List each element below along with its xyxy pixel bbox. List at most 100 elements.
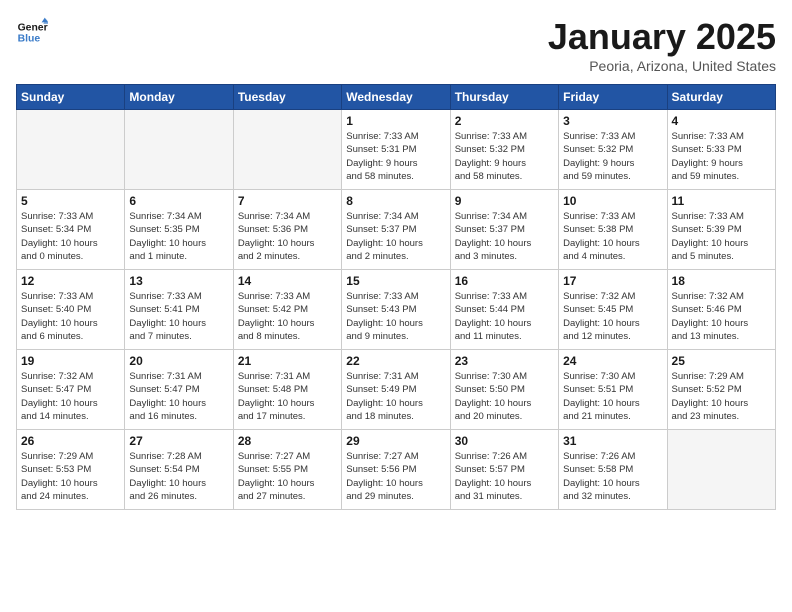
day-info: Sunrise: 7:27 AM Sunset: 5:55 PM Dayligh… xyxy=(238,450,337,503)
day-cell: 2Sunrise: 7:33 AM Sunset: 5:32 PM Daylig… xyxy=(450,110,558,190)
day-info: Sunrise: 7:33 AM Sunset: 5:43 PM Dayligh… xyxy=(346,290,445,343)
day-cell: 25 Sunrise: 7:29 AM Sunset: 5:52 PM Dayli… xyxy=(667,350,775,430)
day-info: Sunrise: 7:31 AM Sunset: 5:47 PM Dayligh… xyxy=(129,370,228,423)
day-number: 17 xyxy=(563,274,662,288)
day-cell xyxy=(125,110,233,190)
week-row-3: 19 Sunrise: 7:32 AM Sunset: 5:47 PM Dayli… xyxy=(17,350,776,430)
header-monday: Monday xyxy=(125,85,233,110)
day-number: 22 xyxy=(346,354,445,368)
header-row: SundayMondayTuesdayWednesdayThursdayFrid… xyxy=(17,85,776,110)
day-number: 23 xyxy=(455,354,554,368)
day-cell: 9Sunrise: 7:34 AM Sunset: 5:37 PM Daylig… xyxy=(450,190,558,270)
day-info: Sunrise: 7:31 AM Sunset: 5:49 PM Dayligh… xyxy=(346,370,445,423)
day-info: Sunrise: 7:29 AM Sunset: 5:53 PM Dayligh… xyxy=(21,450,120,503)
day-info: Sunrise: 7:33 AM Sunset: 5:41 PM Dayligh… xyxy=(129,290,228,343)
calendar-table: SundayMondayTuesdayWednesdayThursdayFrid… xyxy=(16,84,776,510)
day-number: 11 xyxy=(672,194,771,208)
day-number: 15 xyxy=(346,274,445,288)
day-cell: 26Sunrise: 7:29 AM Sunset: 5:53 PM Dayli… xyxy=(17,430,125,510)
day-cell: 27 Sunrise: 7:28 AM Sunset: 5:54 PM Dayli… xyxy=(125,430,233,510)
day-number: 2 xyxy=(455,114,554,128)
day-info: Sunrise: 7:28 AM Sunset: 5:54 PM Dayligh… xyxy=(129,450,228,503)
day-info: Sunrise: 7:34 AM Sunset: 5:37 PM Dayligh… xyxy=(455,210,554,263)
svg-text:Blue: Blue xyxy=(18,34,41,45)
day-cell: 30 Sunrise: 7:26 AM Sunset: 5:57 PM Dayli… xyxy=(450,430,558,510)
day-cell: 19 Sunrise: 7:32 AM Sunset: 5:47 PM Dayli… xyxy=(17,350,125,430)
day-number: 18 xyxy=(672,274,771,288)
day-number: 30 xyxy=(455,434,554,448)
day-info: Sunrise: 7:33 AM Sunset: 5:42 PM Dayligh… xyxy=(238,290,337,343)
day-cell xyxy=(233,110,341,190)
day-number: 13 xyxy=(129,274,228,288)
day-number: 14 xyxy=(238,274,337,288)
day-info: Sunrise: 7:27 AM Sunset: 5:56 PM Dayligh… xyxy=(346,450,445,503)
day-number: 7 xyxy=(238,194,337,208)
calendar-subtitle: Peoria, Arizona, United States xyxy=(548,58,776,74)
day-info: Sunrise: 7:29 AM Sunset: 5:52 PM Dayligh… xyxy=(672,370,771,423)
day-number: 1 xyxy=(346,114,445,128)
day-info: Sunrise: 7:31 AM Sunset: 5:48 PM Dayligh… xyxy=(238,370,337,423)
day-info: Sunrise: 7:30 AM Sunset: 5:51 PM Dayligh… xyxy=(563,370,662,423)
day-info: Sunrise: 7:32 AM Sunset: 5:47 PM Dayligh… xyxy=(21,370,120,423)
day-info: Sunrise: 7:33 AM Sunset: 5:38 PM Dayligh… xyxy=(563,210,662,263)
header-thursday: Thursday xyxy=(450,85,558,110)
day-cell: 29Sunrise: 7:27 AM Sunset: 5:56 PM Dayli… xyxy=(342,430,450,510)
header: General Blue January 2025 Peoria, Arizon… xyxy=(16,16,776,74)
day-cell: 5Sunrise: 7:33 AM Sunset: 5:34 PM Daylig… xyxy=(17,190,125,270)
day-info: Sunrise: 7:32 AM Sunset: 5:45 PM Dayligh… xyxy=(563,290,662,343)
day-cell: 21 Sunrise: 7:31 AM Sunset: 5:48 PM Dayli… xyxy=(233,350,341,430)
day-cell: 12Sunrise: 7:33 AM Sunset: 5:40 PM Dayli… xyxy=(17,270,125,350)
day-number: 25 xyxy=(672,354,771,368)
day-cell: 8 Sunrise: 7:34 AM Sunset: 5:37 PM Daylig… xyxy=(342,190,450,270)
day-number: 21 xyxy=(238,354,337,368)
day-number: 6 xyxy=(129,194,228,208)
day-info: Sunrise: 7:33 AM Sunset: 5:33 PM Dayligh… xyxy=(672,130,771,183)
day-cell: 15 Sunrise: 7:33 AM Sunset: 5:43 PM Dayli… xyxy=(342,270,450,350)
day-number: 3 xyxy=(563,114,662,128)
day-number: 4 xyxy=(672,114,771,128)
day-info: Sunrise: 7:33 AM Sunset: 5:39 PM Dayligh… xyxy=(672,210,771,263)
week-row-4: 26Sunrise: 7:29 AM Sunset: 5:53 PM Dayli… xyxy=(17,430,776,510)
day-cell: 24 Sunrise: 7:30 AM Sunset: 5:51 PM Dayli… xyxy=(559,350,667,430)
day-cell: 16Sunrise: 7:33 AM Sunset: 5:44 PM Dayli… xyxy=(450,270,558,350)
day-info: Sunrise: 7:26 AM Sunset: 5:58 PM Dayligh… xyxy=(563,450,662,503)
calendar-header: SundayMondayTuesdayWednesdayThursdayFrid… xyxy=(17,85,776,110)
day-number: 12 xyxy=(21,274,120,288)
day-number: 27 xyxy=(129,434,228,448)
day-number: 28 xyxy=(238,434,337,448)
day-cell: 22 Sunrise: 7:31 AM Sunset: 5:49 PM Dayli… xyxy=(342,350,450,430)
day-number: 19 xyxy=(21,354,120,368)
day-cell: 6 Sunrise: 7:34 AM Sunset: 5:35 PM Daylig… xyxy=(125,190,233,270)
week-row-0: 1Sunrise: 7:33 AM Sunset: 5:31 PM Daylig… xyxy=(17,110,776,190)
day-info: Sunrise: 7:26 AM Sunset: 5:57 PM Dayligh… xyxy=(455,450,554,503)
day-cell: 23 Sunrise: 7:30 AM Sunset: 5:50 PM Dayli… xyxy=(450,350,558,430)
day-cell: 18 Sunrise: 7:32 AM Sunset: 5:46 PM Dayli… xyxy=(667,270,775,350)
day-cell: 10 Sunrise: 7:33 AM Sunset: 5:38 PM Dayli… xyxy=(559,190,667,270)
day-info: Sunrise: 7:34 AM Sunset: 5:35 PM Dayligh… xyxy=(129,210,228,263)
day-cell: 20 Sunrise: 7:31 AM Sunset: 5:47 PM Dayli… xyxy=(125,350,233,430)
day-cell: 28 Sunrise: 7:27 AM Sunset: 5:55 PM Dayli… xyxy=(233,430,341,510)
day-info: Sunrise: 7:33 AM Sunset: 5:44 PM Dayligh… xyxy=(455,290,554,343)
day-cell: 4 Sunrise: 7:33 AM Sunset: 5:33 PM Daylig… xyxy=(667,110,775,190)
day-number: 24 xyxy=(563,354,662,368)
day-cell xyxy=(17,110,125,190)
day-cell: 14 Sunrise: 7:33 AM Sunset: 5:42 PM Dayli… xyxy=(233,270,341,350)
day-info: Sunrise: 7:33 AM Sunset: 5:32 PM Dayligh… xyxy=(563,130,662,183)
day-info: Sunrise: 7:34 AM Sunset: 5:37 PM Dayligh… xyxy=(346,210,445,263)
header-friday: Friday xyxy=(559,85,667,110)
day-number: 20 xyxy=(129,354,228,368)
day-cell: 13 Sunrise: 7:33 AM Sunset: 5:41 PM Dayli… xyxy=(125,270,233,350)
day-info: Sunrise: 7:32 AM Sunset: 5:46 PM Dayligh… xyxy=(672,290,771,343)
logo: General Blue xyxy=(16,16,48,48)
day-info: Sunrise: 7:34 AM Sunset: 5:36 PM Dayligh… xyxy=(238,210,337,263)
header-saturday: Saturday xyxy=(667,85,775,110)
week-row-2: 12Sunrise: 7:33 AM Sunset: 5:40 PM Dayli… xyxy=(17,270,776,350)
day-info: Sunrise: 7:33 AM Sunset: 5:34 PM Dayligh… xyxy=(21,210,120,263)
day-number: 10 xyxy=(563,194,662,208)
calendar-body: 1Sunrise: 7:33 AM Sunset: 5:31 PM Daylig… xyxy=(17,110,776,510)
calendar-title: January 2025 xyxy=(548,16,776,58)
day-cell xyxy=(667,430,775,510)
svg-text:General: General xyxy=(18,22,48,33)
day-info: Sunrise: 7:30 AM Sunset: 5:50 PM Dayligh… xyxy=(455,370,554,423)
day-number: 8 xyxy=(346,194,445,208)
